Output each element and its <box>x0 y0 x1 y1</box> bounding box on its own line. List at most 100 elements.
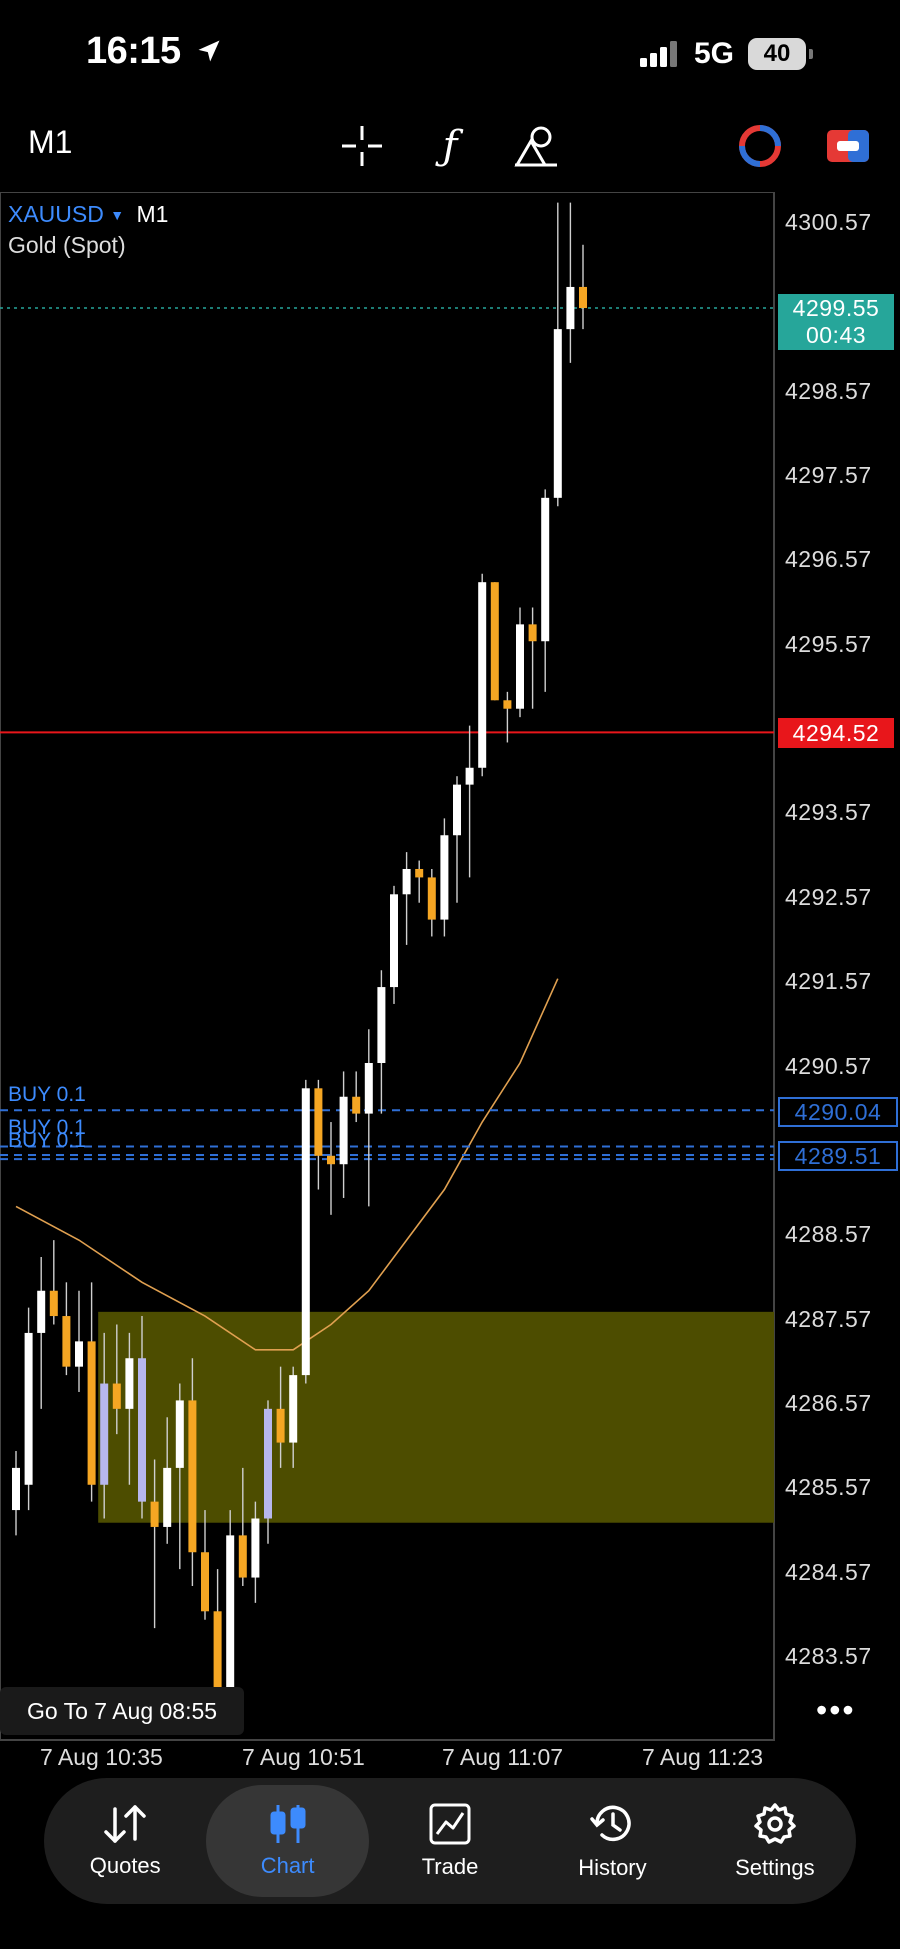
new-order-icon[interactable] <box>824 122 872 170</box>
price-axis-label: 4288.57 <box>785 1221 872 1248</box>
candle-body <box>49 1290 58 1317</box>
order-price-tag-1: 4290.04 <box>778 1097 898 1127</box>
candle-body <box>352 1096 361 1114</box>
candle-body <box>112 1383 121 1409</box>
candle-body <box>163 1467 172 1527</box>
nav-label: History <box>578 1855 647 1880</box>
candle-body <box>490 582 499 701</box>
symbol-name: XAUUSD <box>8 201 104 227</box>
candle-body <box>226 1535 235 1688</box>
candle-body <box>12 1467 20 1511</box>
symbol-dropdown-icon[interactable]: ▼ <box>110 207 124 223</box>
price-axis-label: 4300.57 <box>785 209 872 235</box>
candle-body <box>553 329 562 498</box>
candle-body <box>251 1518 260 1578</box>
timeframe-button[interactable]: M1 <box>28 124 72 161</box>
candle-body <box>579 286 587 309</box>
chart-symbol: XAUUSD ▼ M1 <box>8 201 168 228</box>
signal-icon <box>640 41 677 67</box>
one-click-trading-icon[interactable] <box>736 122 784 170</box>
symbol-timeframe: M1 <box>136 201 169 227</box>
network-type: 5G <box>694 37 735 70</box>
nav-history[interactable]: History <box>531 1785 693 1897</box>
gear-icon <box>754 1803 796 1844</box>
candle-body <box>138 1358 146 1502</box>
price-axis-label: 4295.57 <box>785 630 872 657</box>
more-icon[interactable]: ••• <box>816 1692 856 1729</box>
order-price-tag-2: 4289.51 <box>778 1141 898 1171</box>
moving-average-line <box>15 978 559 1351</box>
symbol-description: Gold (Spot) <box>8 232 126 258</box>
quotes-icon <box>104 1805 146 1843</box>
nav-label: Trade <box>421 1854 479 1879</box>
candle-body <box>314 1088 323 1156</box>
price-axis-label: 4283.57 <box>785 1643 872 1669</box>
crosshair-icon[interactable] <box>338 122 386 170</box>
candle-body <box>201 1552 209 1612</box>
price-axis-label: 4285.57 <box>785 1474 872 1501</box>
candle-body <box>213 1611 222 1688</box>
indicators-icon[interactable]: ƒ <box>426 122 474 170</box>
red-line-price-tag: 4294.52 <box>778 718 894 748</box>
candle-body <box>503 700 512 709</box>
nav-label: Quotes <box>89 1853 161 1878</box>
battery-icon: 40 <box>748 38 814 70</box>
price-axis-label: 4284.57 <box>785 1558 872 1585</box>
candle-body <box>427 877 436 920</box>
candle-body <box>415 868 424 878</box>
candle-body <box>377 987 386 1063</box>
bid-price: 4299.55 <box>792 295 880 321</box>
candle-body <box>516 624 524 709</box>
candle-body <box>150 1501 159 1527</box>
price-axis-label: 4296.57 <box>785 546 872 573</box>
candle-body <box>188 1400 197 1553</box>
candle-body <box>289 1375 298 1443</box>
candlestick-icon <box>270 1805 306 1843</box>
candle-body <box>339 1096 348 1165</box>
candle-body <box>440 835 449 920</box>
candle-body <box>478 582 487 768</box>
candle-body <box>62 1316 71 1367</box>
candle-body <box>125 1358 134 1409</box>
time-axis-label: 7 Aug 11:23 <box>642 1744 764 1770</box>
goto-date-button[interactable]: Go To 7 Aug 08:55 <box>0 1687 244 1735</box>
nav-settings[interactable]: Settings <box>694 1785 856 1897</box>
candle-body <box>402 868 411 895</box>
history-icon <box>590 1805 632 1842</box>
trade-chart-icon <box>429 1803 471 1845</box>
objects-icon[interactable] <box>512 122 560 170</box>
price-axis-label: 4292.57 <box>785 883 872 910</box>
bottom-navigation: Quotes Chart Trade History Settings <box>44 1778 856 1904</box>
price-axis-label: 4287.57 <box>785 1305 872 1332</box>
candle-body <box>364 1062 373 1114</box>
nav-trade[interactable]: Trade <box>369 1785 531 1897</box>
time-axis-label: 7 Aug 10:51 <box>242 1744 365 1770</box>
price-chart[interactable] <box>0 192 900 1752</box>
price-axis-label: 4298.57 <box>785 377 872 404</box>
buy-order-label[interactable]: BUY 0.1 <box>8 1129 86 1153</box>
candle-body <box>87 1341 96 1485</box>
candle-body <box>566 286 575 330</box>
candle-body <box>24 1332 33 1485</box>
time-axis-label: 7 Aug 10:35 <box>40 1744 163 1770</box>
location-arrow-icon <box>198 40 220 62</box>
candle-body <box>264 1408 272 1519</box>
nav-quotes[interactable]: Quotes <box>44 1785 206 1897</box>
bid-price-tag: 4299.55 00:43 <box>778 294 894 350</box>
supply-demand-zone <box>98 1311 774 1523</box>
candle-body <box>276 1408 285 1443</box>
status-time: 16:15 <box>86 30 223 73</box>
candle-body <box>453 784 461 836</box>
candle-body <box>465 767 474 785</box>
candle-body <box>528 624 537 642</box>
nav-chart[interactable]: Chart <box>206 1785 369 1897</box>
candle-body <box>37 1290 46 1333</box>
buy-order-label[interactable]: BUY 0.1 <box>8 1083 86 1107</box>
bar-countdown: 00:43 <box>805 322 867 348</box>
candle-body <box>175 1400 184 1468</box>
nav-label: Settings <box>735 1855 815 1880</box>
price-axis-label: 4291.57 <box>785 968 872 995</box>
candle-body <box>390 894 398 988</box>
price-axis-label: 4297.57 <box>785 462 872 489</box>
candle-body <box>301 1088 310 1376</box>
